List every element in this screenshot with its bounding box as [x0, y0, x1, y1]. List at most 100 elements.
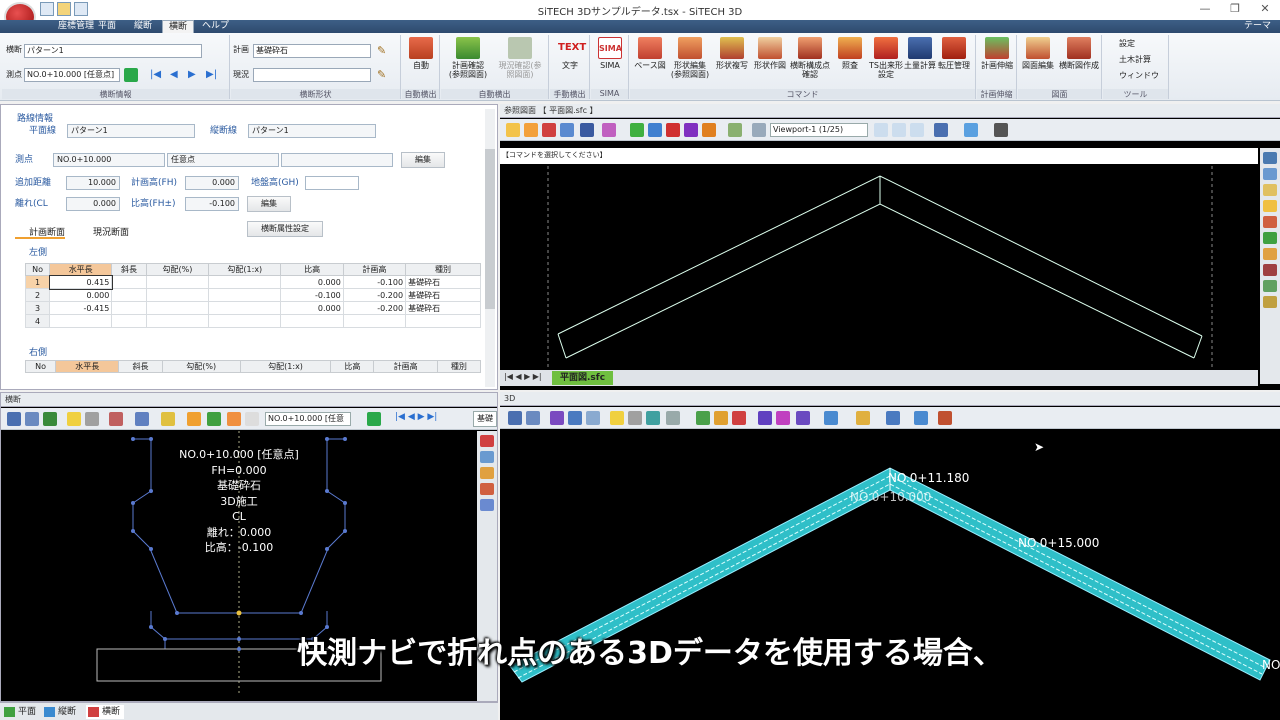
tab-nav-icon[interactable]: |◀ ◀ ▶ ▶|	[504, 372, 542, 381]
grid-cell[interactable]: -0.415	[49, 301, 113, 315]
right-grid[interactable]: No 水平長 斜長 勾配(%) 勾配(1:x) 比高 計画高 種別	[24, 360, 482, 373]
search-icon[interactable]	[526, 411, 540, 425]
refresh-icon[interactable]	[43, 412, 57, 426]
grid-cell[interactable]: 0.000	[49, 288, 113, 302]
tool-icon[interactable]	[480, 435, 494, 447]
ts-shutsukei-button[interactable]: TS出来形設定	[868, 37, 904, 79]
prev-point-icon[interactable]: ◀	[170, 69, 178, 80]
keikaku-shinshuku-button[interactable]: 計画伸縮	[979, 37, 1015, 70]
shoukou-button[interactable]: 照査	[832, 37, 868, 70]
bulb-icon[interactable]	[67, 412, 81, 426]
sokuten-select[interactable]: NO.0+10.000 [任意点]	[24, 68, 120, 82]
oudan-attr-button[interactable]: 横断属性設定	[247, 221, 323, 237]
tool-icon[interactable]	[480, 483, 494, 495]
tool-icon[interactable]	[480, 499, 494, 511]
grid-cell[interactable]	[405, 314, 481, 328]
first-point-icon[interactable]: |◀	[150, 69, 161, 80]
theme-menu[interactable]: テーマ	[1238, 20, 1277, 33]
close-button[interactable]: ✕	[1250, 2, 1280, 18]
menu-heimen[interactable]: 平面	[92, 20, 122, 33]
tool-icon[interactable]	[1263, 264, 1277, 276]
save-icon[interactable]	[580, 123, 594, 137]
line-icon[interactable]	[109, 412, 123, 426]
left-grid[interactable]: No 水平長 斜長 勾配(%) 勾配(1:x) 比高 計画高 種別 1 0.415 0.000 -0…	[24, 263, 481, 328]
pencil-icon[interactable]: ✎	[377, 44, 386, 57]
grid-cell[interactable]	[111, 275, 147, 289]
add-icon[interactable]	[367, 412, 381, 426]
help-icon[interactable]	[684, 123, 698, 137]
grid-cell[interactable]: 0.000	[280, 275, 344, 289]
tenkai-button[interactable]: 転圧管理	[936, 37, 972, 70]
doryo-button[interactable]: 土量計算	[902, 37, 938, 70]
doc-icon[interactable]	[245, 412, 259, 426]
open-icon[interactable]	[506, 123, 520, 137]
minimize-button[interactable]: —	[1190, 2, 1220, 18]
dim-icon[interactable]	[135, 412, 149, 426]
grid-icon[interactable]	[630, 123, 644, 137]
grid-cell[interactable]: 基礎砕石	[405, 288, 481, 302]
grid-cell[interactable]: 基礎砕石	[405, 275, 481, 289]
grid-cell[interactable]	[145, 314, 210, 328]
image-icon[interactable]	[728, 123, 742, 137]
sima-button[interactable]: SIMA SIMA	[592, 37, 628, 70]
grid-icon[interactable]	[207, 412, 221, 426]
tool-icon[interactable]	[1263, 152, 1277, 164]
new-file-icon[interactable]	[40, 2, 54, 16]
view-icon[interactable]	[874, 123, 888, 137]
sync-icon[interactable]	[914, 411, 928, 425]
left-panel-scrollbar[interactable]	[485, 109, 495, 387]
grid-cell[interactable]	[145, 275, 210, 289]
oudan-kousei-button[interactable]: 横断構成点確認	[790, 37, 830, 79]
view2-icon[interactable]	[892, 123, 906, 137]
point-nav-icon[interactable]: |◀ ◀ ▶ ▶|	[395, 412, 437, 422]
keijo-sakuzu-button[interactable]: 形状作図	[752, 37, 788, 70]
tab-keikaku-danmen[interactable]: 計画断面	[15, 225, 66, 239]
genkyo-kakunin-button[interactable]: 現況確認(参照図面)	[497, 37, 543, 79]
grid-cell[interactable]	[208, 275, 282, 289]
doboku-button[interactable]: 土木計算	[1107, 53, 1151, 67]
axis-icon[interactable]	[856, 411, 870, 425]
grid-cell[interactable]: 0.415	[48, 274, 113, 290]
moji-button[interactable]: TEXT 文字	[552, 37, 588, 70]
menu-oudan[interactable]: 横断	[162, 20, 195, 33]
zumen-henshu-button[interactable]: 図面編集	[1020, 37, 1056, 70]
tool-icon[interactable]	[480, 467, 494, 479]
color-icon[interactable]	[524, 123, 538, 137]
section-icon[interactable]	[187, 412, 201, 426]
search-icon[interactable]	[25, 412, 39, 426]
layer-icon[interactable]	[602, 123, 616, 137]
oudanzu-button[interactable]: 横断図作成	[1058, 37, 1100, 70]
measure-icon[interactable]	[666, 123, 680, 137]
keijo-fukusha-button[interactable]: 形状複写	[714, 37, 750, 70]
maximize-button[interactable]: ❐	[1220, 2, 1250, 18]
table-icon[interactable]	[648, 123, 662, 137]
save-icon[interactable]	[74, 2, 88, 16]
view3-icon[interactable]	[910, 123, 924, 137]
texture-icon[interactable]	[776, 411, 790, 425]
open-folder-icon[interactable]	[57, 2, 71, 16]
tool-icon[interactable]	[1263, 280, 1277, 292]
export-icon[interactable]	[938, 411, 952, 425]
tool-icon[interactable]	[1263, 184, 1277, 196]
grid-cell[interactable]	[208, 288, 282, 302]
grid-cell[interactable]	[49, 314, 113, 328]
grid-cell[interactable]	[111, 301, 147, 315]
tab-heimen-sfc[interactable]: 平面図.sfc	[552, 371, 614, 385]
grid-cell[interactable]	[145, 288, 210, 302]
grid-icon[interactable]	[696, 411, 710, 425]
cross-sokuten-select[interactable]: NO.0+10.000 [任意	[265, 412, 351, 426]
pen-icon[interactable]	[628, 411, 642, 425]
pen-icon[interactable]	[85, 412, 99, 426]
grid-cell[interactable]: -0.200	[342, 301, 407, 315]
tool-icon[interactable]	[1263, 168, 1277, 180]
line-icon[interactable]	[666, 411, 680, 425]
grid-cell[interactable]	[111, 288, 147, 302]
add-point-icon[interactable]	[124, 68, 138, 82]
tool-icon[interactable]	[1263, 216, 1277, 228]
mesh-icon[interactable]	[758, 411, 772, 425]
rotate-icon[interactable]	[824, 411, 838, 425]
jido-button[interactable]: 自動	[403, 37, 439, 70]
refresh-icon[interactable]	[560, 123, 574, 137]
settei-button[interactable]: 設定	[1107, 37, 1135, 51]
kiso-button[interactable]: 基礎	[473, 411, 497, 427]
